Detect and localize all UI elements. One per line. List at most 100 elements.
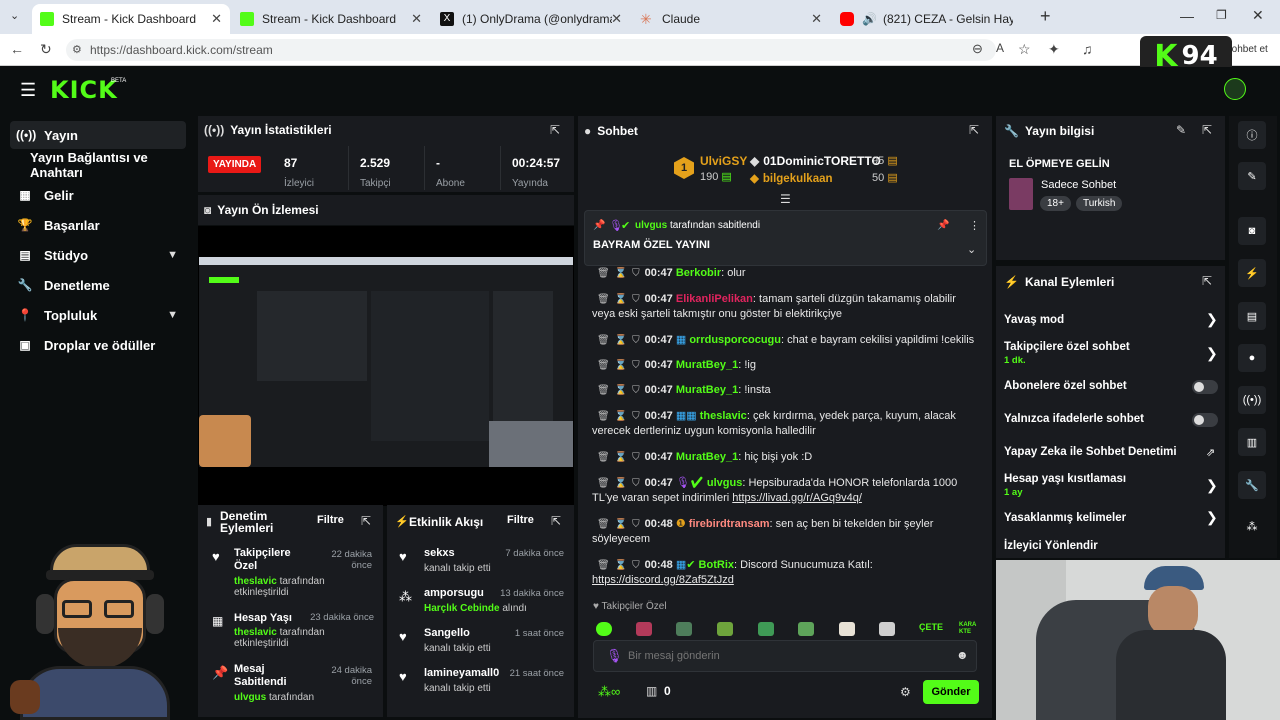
emote-icon[interactable] [758,622,774,636]
favorite-star-icon[interactable]: ☆ [1018,41,1031,58]
maximize-icon[interactable]: ❐ [1216,8,1227,22]
media-icon[interactable]: ♫ [1082,41,1093,57]
delete-icon[interactable]: 🗑 [597,360,610,371]
timeout-icon[interactable]: ⌛ [615,411,627,422]
activity-user[interactable]: sekxs [424,547,455,559]
bolt-icon[interactable]: ⚡ [1238,259,1266,287]
timeout-icon[interactable]: ⌛ [615,385,627,396]
kick-logo[interactable]: KICK [50,76,118,104]
timeout-icon[interactable]: ⌛ [615,519,627,530]
community-icon[interactable]: ⁂ [1238,512,1266,540]
activity-user[interactable]: lamineyamall0 [424,667,499,679]
stream-preview-player[interactable] [198,226,574,506]
browser-tab-2[interactable]: Stream - Kick Dashboard ✕ [232,4,430,34]
close-icon[interactable]: ✕ [211,11,222,27]
close-window-icon[interactable]: ✕ [1252,7,1264,24]
delete-icon[interactable]: 🗑 [597,478,610,489]
close-icon[interactable]: ✕ [411,11,422,27]
expand-leaderboard-icon[interactable]: ☰ [780,192,791,206]
extensions-icon[interactable]: ✦ [1048,41,1060,58]
chat-link[interactable]: https://discord.gg/8Zaf5ZtJzd [592,574,734,586]
refresh-icon[interactable]: ↻ [40,41,52,58]
moderator-name[interactable]: theslavic [234,576,277,587]
close-icon[interactable]: ✕ [811,11,822,27]
emote-icon[interactable] [839,622,855,636]
popout-icon[interactable]: ⇱ [1202,274,1212,288]
delete-icon[interactable]: 🗑 [597,411,610,422]
document-icon[interactable]: ▤ [1238,302,1266,330]
popout-icon[interactable]: ⇱ [550,123,560,137]
chat-user[interactable]: MuratBey_1 [676,359,738,371]
delete-icon[interactable]: 🗑 [597,294,610,305]
delete-icon[interactable]: 🗑 [597,519,610,530]
edit-pencil-icon[interactable]: ✎ [1176,123,1186,137]
emote-icon[interactable] [636,622,652,636]
timeout-icon[interactable]: ⌛ [615,335,627,346]
emote-icon[interactable] [596,622,612,636]
minimize-icon[interactable]: — [1180,8,1194,24]
chat-user[interactable]: BotRix [699,559,734,571]
tab-list-chevron-icon[interactable]: ⌄ [10,9,19,22]
chat-user[interactable]: MuratBey_1 [676,384,738,396]
zoom-icon[interactable]: ⊖ [972,41,983,57]
activity-user[interactable]: amporsugu [424,587,484,599]
sidebar-item-topluluk[interactable]: 📍 Topluluk ▼ [10,301,186,329]
emote-icon[interactable] [717,622,733,636]
activity-user[interactable]: Sangello [424,627,470,639]
delete-icon[interactable]: 🗑 [597,268,610,279]
read-aloud-icon[interactable]: A [996,41,1004,55]
more-options-icon[interactable]: ⋮ [969,219,980,232]
emoji-picker-icon[interactable]: ☻ [956,648,969,662]
delete-icon[interactable]: 🗑 [597,335,610,346]
pinned-by-user[interactable]: ulvgus [635,220,667,231]
timeout-icon[interactable]: ⌛ [615,360,627,371]
chat-user[interactable]: ElikanliPelikan [676,293,753,305]
speaker-icon[interactable]: 🔊 [862,12,877,26]
activity-filter-button[interactable]: Filtre [507,514,534,526]
layout-icon[interactable]: ▥ [1238,428,1266,456]
chat-settings-gear-icon[interactable]: ⚙ [900,685,911,699]
popout-icon[interactable]: ⇱ [361,514,371,528]
subscribers-only-toggle[interactable] [1192,380,1218,394]
site-info-icon[interactable]: ⚙ [72,39,82,61]
delete-icon[interactable]: 🗑 [597,560,610,571]
emote-icon[interactable] [879,622,895,636]
emote-cete-icon[interactable]: ÇETE [919,622,943,636]
sidebar-item-droplar[interactable]: ▣ Droplar ve ödüller [10,331,186,359]
moderator-name[interactable]: ulvgus [234,692,266,703]
user-avatar[interactable] [1224,78,1246,100]
info-icon[interactable]: ⓘ [1238,121,1266,149]
browser-tab-1[interactable]: Stream - Kick Dashboard ✕ [32,4,230,34]
timeout-icon[interactable]: ⌛ [615,294,627,305]
browser-tab-4[interactable]: ✳ Claude ✕ [632,4,830,34]
delete-icon[interactable]: 🗑 [597,452,610,463]
leaderboard-user[interactable]: bilgekulkaan [763,173,833,185]
browser-tab-5[interactable]: 🔊 (821) CEZA - Gelsin Hayat Bild [832,4,1032,34]
emote-karakter-icon[interactable]: KARA KTE [959,622,977,636]
moderation-filter-button[interactable]: Filtre [317,514,344,526]
chat-user[interactable]: MuratBey_1 [676,451,738,463]
sidebar-item-stream-key[interactable]: Yayın Bağlantısı ve Anahtarı [24,150,194,180]
chat-user[interactable]: Berkobir [676,267,721,279]
store-icon[interactable]: ▥ [646,684,657,698]
chat-bubble-icon[interactable]: ● [1238,344,1266,372]
wrench-icon[interactable]: 🔧 [1238,471,1266,499]
popout-icon[interactable]: ⇱ [551,514,561,528]
emote-icon[interactable] [676,622,692,636]
chat-link[interactable]: https://livad.gg/r/AGq9v4q/ [732,492,862,504]
timeout-icon[interactable]: ⌛ [615,268,627,279]
chat-message-input[interactable] [628,646,938,666]
points-icon[interactable]: ⁂∞ [598,684,620,700]
leaderboard-user[interactable]: 01DominicTORETTO [763,154,881,168]
browser-tab-3[interactable]: X (1) OnlyDrama (@onlydramaX) / X ✕ [432,4,630,34]
chat-user[interactable]: theslavic [700,410,747,422]
popout-icon[interactable]: ⇱ [1202,123,1212,137]
close-icon[interactable]: ✕ [611,11,622,27]
emote-icon[interactable] [798,622,814,636]
send-button[interactable]: Gönder [923,680,979,704]
sidebar-item-yayin[interactable]: ((•)) Yayın [10,121,186,149]
url-field[interactable]: ⚙ https://dashboard.kick.com/stream [66,39,996,61]
sidebar-item-studyo[interactable]: ▤ Stüdyo ▼ [10,241,186,269]
delete-icon[interactable]: 🗑 [597,385,610,396]
chat-user[interactable]: ulvgus [707,477,742,489]
